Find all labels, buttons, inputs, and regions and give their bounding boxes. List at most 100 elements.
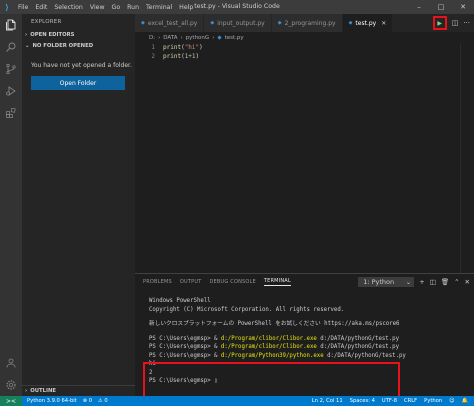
code-function: print xyxy=(163,44,182,51)
chevron-right-icon: › xyxy=(180,34,183,41)
tab-problems[interactable]: PROBLEMS xyxy=(143,279,172,285)
code-string: "hi" xyxy=(184,44,200,51)
end-of-line[interactable]: CRLF xyxy=(404,398,417,404)
python-file-icon: ◆ xyxy=(217,34,222,41)
source-control-icon[interactable] xyxy=(0,58,22,80)
terminal-text: Copyright (C) Microsoft Corporation. All… xyxy=(149,306,345,313)
breadcrumb-folder-data[interactable]: DATA xyxy=(163,35,177,41)
activity-bar xyxy=(0,14,22,396)
vscode-logo-icon: ⟩ xyxy=(5,2,9,12)
sidebar-header: EXPLORER xyxy=(31,19,62,25)
python-file-icon: ◆ xyxy=(210,20,215,26)
terminal-command: d:/Program/clibor/Clibor.exe xyxy=(220,335,317,342)
maximize-button[interactable]: □ xyxy=(430,0,452,14)
terminal-prompt: PS C:\Users\egmsp> & xyxy=(149,352,221,359)
tab-debug-console[interactable]: DEBUG CONSOLE xyxy=(209,279,255,285)
editor-tabs: ◆ excel_test_all.py ◆ input_output.py ◆ … xyxy=(135,14,474,32)
maximize-panel-icon[interactable]: ⌃ xyxy=(454,278,459,286)
split-editor-icon[interactable]: ◫ xyxy=(452,19,459,27)
menu-help[interactable]: Help xyxy=(179,4,193,11)
terminal-line: PS C:\Users\egmsp> & d:/Program/clibor/C… xyxy=(149,343,474,352)
tab-terminal[interactable]: TERMINAL xyxy=(263,278,291,286)
settings-gear-icon[interactable] xyxy=(0,374,22,396)
close-button[interactable]: ✕ xyxy=(452,0,474,14)
terminal-select[interactable]: 1: Python ⌄ xyxy=(358,277,415,287)
warnings-count[interactable]: ⚠ 0 xyxy=(98,398,108,404)
breadcrumb-folder-pythong[interactable]: pythonG xyxy=(186,35,210,41)
breadcrumb-drive[interactable]: D: xyxy=(149,35,155,41)
panel-actions: 1: Python ⌄ + ◫ 🗑 ⌃ ✕ xyxy=(358,274,470,290)
terminal-command: d:/Program/clibor/Clibor.exe xyxy=(220,344,317,350)
line-number: 2 xyxy=(151,53,155,60)
errors-count[interactable]: ⊗ 0 xyxy=(83,398,92,404)
language-mode[interactable]: Python xyxy=(424,398,442,404)
window-controls: – □ ✕ xyxy=(408,0,474,14)
open-editors-label: OPEN EDITORS xyxy=(30,32,75,38)
tab-label: test.py xyxy=(355,19,377,27)
indentation[interactable]: Spaces: 4 xyxy=(350,398,375,404)
accounts-icon[interactable] xyxy=(0,352,22,374)
more-actions-icon[interactable]: ··· xyxy=(463,19,470,27)
remote-indicator[interactable]: >< xyxy=(0,396,22,406)
close-tab-icon[interactable]: ✕ xyxy=(381,20,386,27)
terminal-line: 新しいクロスプラットフォームの PowerShell をお試しください http… xyxy=(149,320,474,329)
open-folder-button[interactable]: Open Folder xyxy=(31,76,125,90)
feedback-icon[interactable]: ☺ xyxy=(449,398,454,404)
no-folder-section[interactable]: ⌄ NO FOLDER OPENED xyxy=(22,41,135,52)
explorer-icon[interactable] xyxy=(0,14,22,36)
minimize-button[interactable]: – xyxy=(408,0,430,14)
no-folder-label: NO FOLDER OPENED xyxy=(32,43,94,49)
line-number: 1 xyxy=(151,44,155,51)
extensions-icon[interactable] xyxy=(0,102,22,124)
python-file-icon: ◆ xyxy=(348,20,353,26)
run-debug-icon[interactable] xyxy=(0,80,22,102)
run-python-file-button[interactable]: ▶ xyxy=(432,16,447,30)
editor-actions: ▶ ◫ ··· xyxy=(432,14,474,32)
search-icon[interactable] xyxy=(0,36,22,58)
chevron-right-icon: › xyxy=(158,34,161,41)
close-panel-icon[interactable]: ✕ xyxy=(465,278,470,286)
menu-bar: File Edit Selection View Go Run Terminal… xyxy=(18,4,193,11)
no-folder-message: You have not yet opened a folder. xyxy=(31,62,132,69)
menu-edit[interactable]: Edit xyxy=(35,4,47,11)
menu-run[interactable]: Run xyxy=(127,4,139,11)
terminal-line: PS C:\Users\egmsp> & d:/Program/Python39… xyxy=(149,352,474,361)
breadcrumb-file[interactable]: test.py xyxy=(225,35,244,41)
outline-label: OUTLINE xyxy=(30,388,57,394)
tab-label: input_output.py xyxy=(217,19,265,27)
menu-selection[interactable]: Selection xyxy=(54,4,83,11)
outline-section[interactable]: › OUTLINE xyxy=(22,385,135,396)
menu-view[interactable]: View xyxy=(90,4,105,11)
cursor-position[interactable]: Ln 2, Col 11 xyxy=(312,398,343,404)
tab-test-py[interactable]: ◆ test.py ✕ xyxy=(342,14,394,32)
open-editors-section[interactable]: › OPEN EDITORS xyxy=(22,30,135,41)
menu-file[interactable]: File xyxy=(18,4,28,11)
code-function: print xyxy=(163,53,182,60)
encoding[interactable]: UTF-8 xyxy=(382,398,397,404)
terminal-output[interactable]: Windows PowerShell Copyright (C) Microso… xyxy=(135,290,474,386)
terminal-text: d:/DATA/pythonG/test.py xyxy=(316,344,399,350)
new-terminal-icon[interactable]: + xyxy=(419,278,424,286)
code-editor[interactable]: 1 print("hi") 2 print(1+1) xyxy=(135,43,474,273)
menu-go[interactable]: Go xyxy=(112,4,121,11)
code-paren: ) xyxy=(199,44,203,51)
tab-label: excel_test_all.py xyxy=(147,19,198,27)
chevron-down-icon: ⌄ xyxy=(25,43,30,49)
tab-output[interactable]: OUTPUT xyxy=(180,279,202,285)
tab-input-output[interactable]: ◆ input_output.py xyxy=(204,14,272,32)
terminal-prompt: PS C:\Users\egmsp> xyxy=(149,378,215,384)
kill-terminal-icon[interactable]: 🗑 xyxy=(441,278,449,286)
notifications-bell-icon[interactable]: 🔔 xyxy=(462,398,468,404)
terminal-line: Windows PowerShell xyxy=(149,297,474,306)
tab-excel-test-all[interactable]: ◆ excel_test_all.py xyxy=(135,14,205,32)
terminal-line: PS C:\Users\egmsp> & d:/Program/clibor/C… xyxy=(149,335,474,344)
minimap[interactable] xyxy=(460,43,474,273)
menu-terminal[interactable]: Terminal xyxy=(146,4,172,11)
terminal-prompt: PS C:\Users\egmsp> & xyxy=(149,335,221,342)
python-interpreter[interactable]: Python 3.9.0 64-bit xyxy=(27,398,77,404)
terminal-select-value: 1: Python xyxy=(363,278,395,286)
split-terminal-icon[interactable]: ◫ xyxy=(430,278,436,286)
tab-2-programing[interactable]: ◆ 2_programing.py xyxy=(271,14,343,32)
terminal-cursor: ▯ xyxy=(214,378,218,384)
code-line: 2 print(1+1) xyxy=(135,52,474,61)
